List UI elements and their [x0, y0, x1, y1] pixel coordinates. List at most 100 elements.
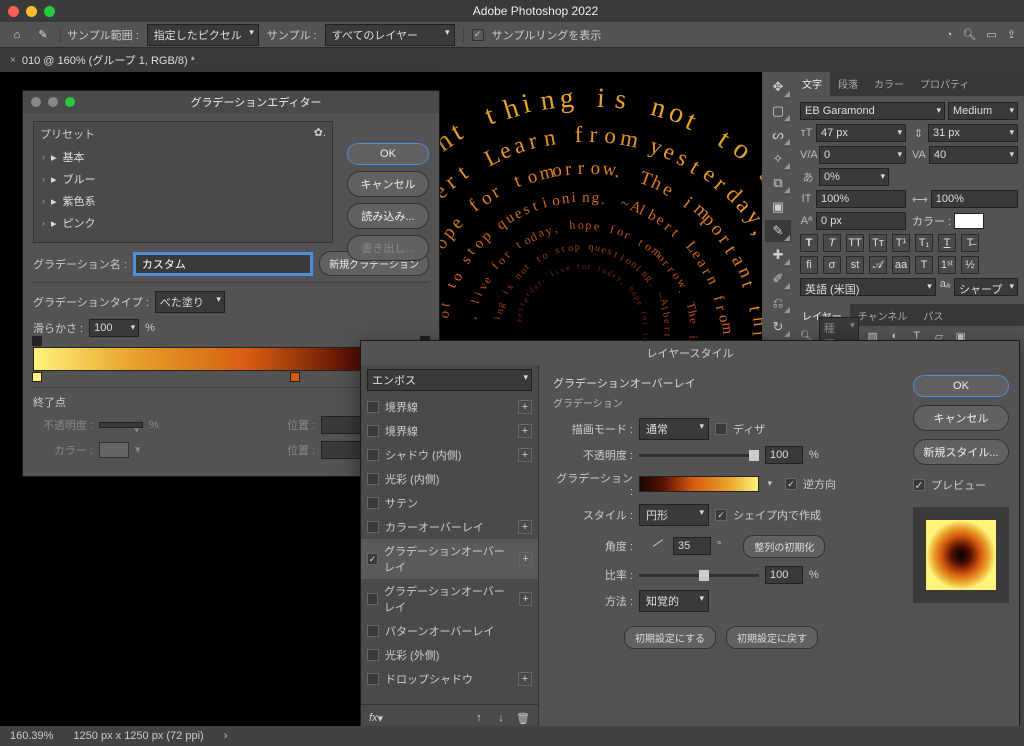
superscript-button[interactable]: T¹: [892, 234, 910, 252]
wand-tool-icon[interactable]: ✧: [765, 148, 791, 170]
angle-dial[interactable]: [639, 532, 667, 560]
new-style-button[interactable]: 新規スタイル...: [913, 439, 1009, 465]
kerning-input[interactable]: 0: [819, 146, 906, 164]
smallcaps-button[interactable]: Tᴛ: [869, 234, 887, 252]
first-button[interactable]: 1ˢᵗ: [938, 256, 956, 274]
stamp-tool-icon[interactable]: ⎌: [765, 292, 791, 314]
layer-style-row[interactable]: グラデーションオーバーレイ+: [361, 539, 538, 579]
history-brush-icon[interactable]: ↻: [765, 316, 791, 338]
style-checkbox[interactable]: [367, 553, 378, 565]
text-color-swatch[interactable]: [954, 213, 984, 229]
allcaps-button[interactable]: TT: [846, 234, 864, 252]
grad-style-select[interactable]: 円形: [639, 504, 709, 526]
layer-style-row[interactable]: 光彩 (外側): [361, 643, 538, 667]
preset-folder[interactable]: ›▸基本: [34, 146, 332, 168]
font-size-input[interactable]: 47 px: [816, 124, 906, 142]
style-combo[interactable]: エンボス: [367, 369, 532, 391]
heal-tool-icon[interactable]: ✚: [765, 244, 791, 266]
reset-default-button[interactable]: 初期設定に戻す: [726, 626, 818, 649]
close-icon[interactable]: [8, 6, 19, 17]
style-checkbox[interactable]: [367, 521, 379, 533]
style-checkbox[interactable]: [367, 593, 378, 605]
eyedropper-tool-icon[interactable]: ✎: [765, 220, 791, 242]
fraction-button[interactable]: T: [915, 256, 933, 274]
cancel-button[interactable]: キャンセル: [913, 405, 1009, 431]
lasso-tool-icon[interactable]: ᔕ: [765, 124, 791, 146]
angle-input[interactable]: [673, 537, 711, 555]
zoom-icon[interactable]: [65, 97, 75, 107]
close-tab-icon[interactable]: ×: [10, 55, 16, 66]
subscript-button[interactable]: T₁: [915, 234, 933, 252]
underline-button[interactable]: T: [938, 234, 956, 252]
sample-range-select[interactable]: 指定したピクセル: [147, 24, 259, 46]
search-icon[interactable]: 🔍︎: [962, 28, 976, 41]
layer-style-row[interactable]: ドロップシャドウ+: [361, 667, 538, 691]
marquee-tool-icon[interactable]: ▢: [765, 100, 791, 122]
layer-style-row[interactable]: 光彩 (内側): [361, 467, 538, 491]
ok-button[interactable]: OK: [347, 143, 429, 165]
smooth-input[interactable]: 100: [89, 319, 139, 337]
language-select[interactable]: 英語 (米国): [800, 278, 936, 296]
font-family-select[interactable]: EB Garamond: [800, 102, 945, 120]
add-effect-icon[interactable]: +: [519, 592, 532, 606]
stylistic-button[interactable]: st: [846, 256, 864, 274]
half-button[interactable]: ½: [961, 256, 979, 274]
load-button[interactable]: 読み込み...: [347, 203, 429, 229]
italic-button[interactable]: T: [823, 234, 841, 252]
style-checkbox[interactable]: [367, 473, 379, 485]
add-effect-icon[interactable]: +: [518, 424, 532, 438]
opacity-input[interactable]: [99, 422, 143, 428]
ls-down-icon[interactable]: ↓: [492, 709, 510, 727]
chevron-right-icon[interactable]: ›: [224, 730, 228, 742]
close-icon[interactable]: [31, 97, 41, 107]
layer-style-row[interactable]: 境界線+: [361, 395, 538, 419]
swash-button[interactable]: 𝒜: [869, 256, 887, 274]
tab-paths[interactable]: パス: [915, 304, 951, 326]
layer-style-row[interactable]: グラデーションオーバーレイ+: [361, 579, 538, 619]
tsume-input[interactable]: 0%: [819, 168, 889, 186]
ls-up-icon[interactable]: ↑: [470, 709, 488, 727]
move-tool-icon[interactable]: ✥: [765, 76, 791, 98]
home-icon[interactable]: ⌂: [8, 26, 26, 44]
minimize-icon[interactable]: [26, 6, 37, 17]
style-checkbox[interactable]: [367, 449, 379, 461]
document-tab[interactable]: × 010 @ 160% (グループ 1, RGB/8) *: [0, 48, 1024, 72]
opacity-input[interactable]: [765, 446, 803, 464]
add-effect-icon[interactable]: +: [518, 448, 532, 462]
tab-properties[interactable]: プロパティ: [912, 72, 977, 96]
scale-slider[interactable]: [639, 574, 759, 577]
strike-button[interactable]: T̶: [961, 234, 979, 252]
tracking-input[interactable]: 40: [929, 146, 1018, 164]
add-effect-icon[interactable]: +: [518, 520, 532, 534]
font-style-select[interactable]: Medium: [948, 102, 1018, 120]
align-checkbox[interactable]: [715, 509, 727, 521]
gear-icon[interactable]: ✿.: [314, 126, 326, 142]
titling-button[interactable]: aa: [892, 256, 910, 274]
layer-style-row[interactable]: 境界線+: [361, 419, 538, 443]
style-checkbox[interactable]: [367, 401, 379, 413]
preset-folder[interactable]: ›▸ピンク: [34, 212, 332, 234]
scale-input[interactable]: [765, 566, 803, 584]
preset-folder[interactable]: ›▸紫色系: [34, 190, 332, 212]
make-default-button[interactable]: 初期設定にする: [624, 626, 716, 649]
gradient-swatch[interactable]: [639, 476, 759, 492]
ls-trash-icon[interactable]: 🗑: [514, 709, 532, 727]
dialog-titlebar[interactable]: グラデーションエディター: [23, 91, 439, 113]
antialiasing-select[interactable]: シャープ: [954, 278, 1018, 296]
hscale-input[interactable]: [931, 190, 1018, 208]
fx-icon[interactable]: fx▾: [367, 709, 385, 727]
ok-button[interactable]: OK: [913, 375, 1009, 397]
crop-tool-icon[interactable]: ⧉: [765, 172, 791, 194]
cancel-button[interactable]: キャンセル: [347, 171, 429, 197]
blend-mode-select[interactable]: 通常: [639, 418, 709, 440]
dither-checkbox[interactable]: [715, 423, 727, 435]
stop-color-swatch[interactable]: [99, 442, 129, 458]
pos-input[interactable]: [321, 416, 361, 434]
style-checkbox[interactable]: [367, 497, 379, 509]
preset-folder[interactable]: ›▸ブルー: [34, 168, 332, 190]
save-button[interactable]: 書き出し...: [347, 235, 429, 261]
ligature-button[interactable]: fi: [800, 256, 818, 274]
eyedropper-icon[interactable]: ✎: [34, 26, 52, 44]
opacity-stop-left[interactable]: [32, 336, 42, 346]
layer-style-row[interactable]: パターンオーバーレイ: [361, 619, 538, 643]
